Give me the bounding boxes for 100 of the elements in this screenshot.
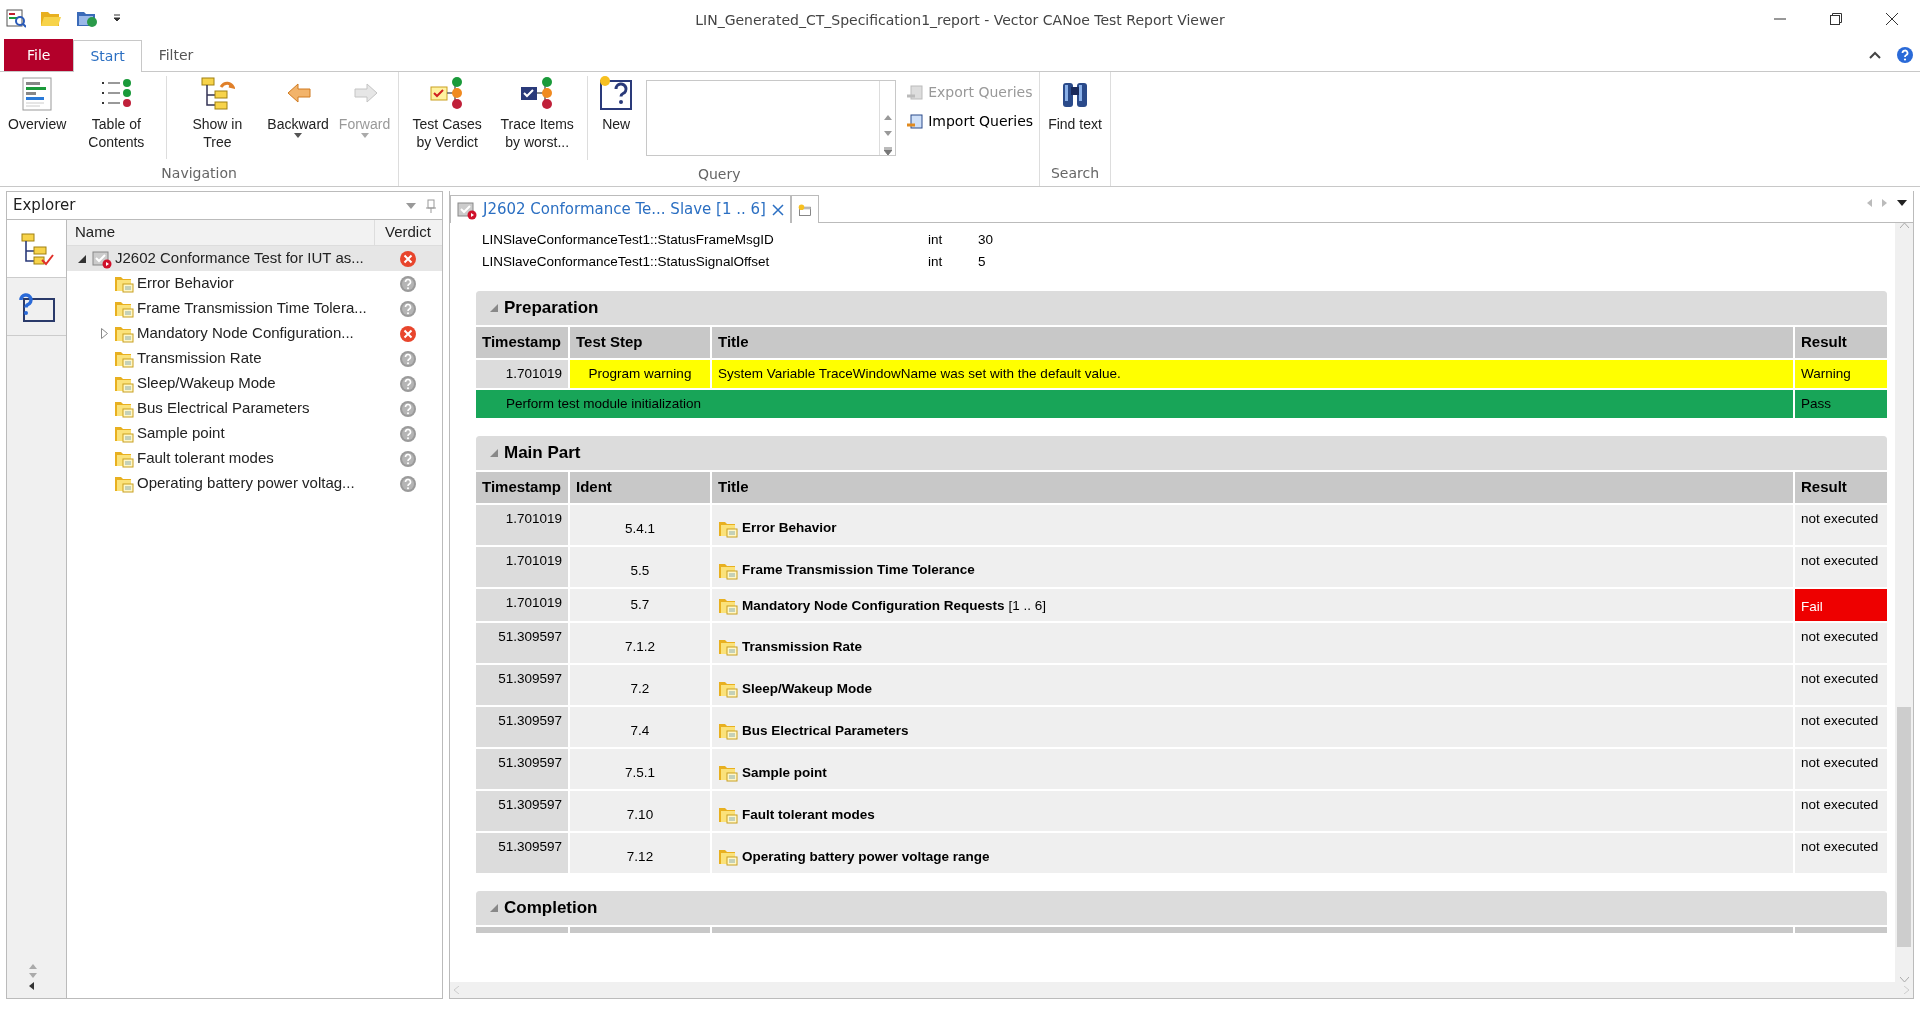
result-cell: Fail (1795, 588, 1887, 621)
scroll-down-icon[interactable] (29, 973, 37, 978)
result-cell: not executed (1795, 664, 1887, 705)
collapse-triangle-icon (490, 903, 498, 912)
section-header[interactable]: Preparation (476, 291, 1887, 327)
ribbon-button[interactable]: Trace Items by worst... (493, 72, 582, 154)
app-logo-icon (6, 8, 26, 28)
tree-check-icon (19, 231, 54, 266)
ribbon-button[interactable]: Backward (263, 72, 333, 145)
ribbon-button[interactable]: Find text (1044, 72, 1106, 136)
folder-icon (718, 805, 738, 825)
file-tab[interactable]: File (4, 39, 74, 71)
folder-icon (114, 374, 134, 393)
ribbon-button[interactable]: New (594, 72, 639, 136)
collapsed-triangle-icon[interactable] (100, 328, 108, 339)
tree-item[interactable]: Frame Transmission Time Tolera... (67, 296, 442, 321)
column-header: Title (712, 472, 1793, 503)
dropdown-icon[interactable] (112, 13, 122, 23)
pin-icon[interactable] (426, 198, 436, 213)
table-cell: 1.701019 (476, 359, 568, 388)
table-cell: 7.5.1 (570, 748, 710, 789)
close-icon[interactable] (772, 203, 784, 216)
window-title: LIN_Generated_CT_Specification1_report - Vector CANoe Test Report Viewer (694, 11, 1226, 30)
help-icon[interactable] (1896, 46, 1914, 64)
tree-item[interactable]: Mandatory Node Configuration... (67, 321, 442, 346)
ribbon-tab[interactable]: Filter (141, 39, 211, 71)
variable-name: LINSlaveConformanceTest1::StatusSignalOffset (482, 252, 771, 271)
new-tab-button[interactable] (791, 195, 819, 223)
ribbon-button[interactable]: Show in Tree (173, 72, 262, 154)
section-header[interactable]: Main Part (476, 436, 1887, 472)
tree-item[interactable]: Bus Electrical Parameters (67, 396, 442, 421)
table-cell: 51.309597 (476, 832, 568, 873)
scroll-left-icon[interactable] (29, 982, 34, 990)
question-box-icon (17, 290, 56, 323)
ribbon-button[interactable]: Test Cases by Verdict (403, 72, 492, 154)
expanded-triangle-icon[interactable] (78, 254, 86, 263)
tree-item[interactable]: Sleep/Wakeup Mode (67, 371, 442, 396)
table-cell: 51.309597 (476, 664, 568, 705)
table-cell: 5.5 (570, 546, 710, 587)
tree-item[interactable]: Fault tolerant modes (67, 446, 442, 471)
ribbon-button[interactable]: Overview (4, 72, 71, 136)
new-query-icon (598, 75, 635, 111)
folder-icon (114, 399, 134, 418)
ribbon-button[interactable]: Table of Contents (72, 72, 161, 154)
dropdown-icon[interactable] (1897, 200, 1907, 206)
folder-icon (718, 519, 738, 538)
variable-type: int (928, 252, 944, 271)
test-case-link[interactable]: Mandatory Node Configuration Requests [1 .. 6] (742, 595, 1047, 616)
table-cell: 7.12 (570, 832, 710, 873)
document-tab[interactable]: J2602 Conformance Te... Slave [1 .. 6] (450, 195, 791, 223)
side-tab[interactable] (7, 220, 66, 278)
table-cell: 51.309597 (476, 622, 568, 663)
column-header: Result (1795, 327, 1887, 358)
result-cell: not executed (1795, 748, 1887, 789)
ribbon-tab[interactable]: Start (73, 40, 142, 72)
column-header[interactable]: Verdict (374, 220, 442, 245)
folder-icon (114, 424, 134, 443)
test-case-link[interactable]: Sample point (742, 762, 827, 783)
folder-icon (718, 637, 738, 657)
scroll-down-icon[interactable] (1899, 977, 1909, 982)
test-module-icon (457, 199, 477, 220)
query-list[interactable] (646, 80, 897, 156)
scroll-up-icon[interactable] (1899, 223, 1909, 228)
variable-value: 5 (978, 252, 986, 271)
test-case-link[interactable]: Operating battery power voltage range (742, 846, 990, 867)
tree-icon (199, 75, 236, 111)
section-header[interactable]: Completion (476, 890, 1887, 927)
tree-item[interactable]: Operating battery power voltag... (67, 471, 442, 496)
test-case-link[interactable]: Error Behavior (742, 518, 837, 539)
folder-icon (718, 561, 738, 580)
test-case-link[interactable]: Fault tolerant modes (742, 804, 875, 825)
folder-icon (114, 349, 134, 368)
folder-icon (718, 679, 738, 699)
column-header: Result (1795, 472, 1887, 503)
scroll-down-icon (883, 130, 892, 136)
result-cell: not executed (1795, 790, 1887, 831)
folder-icon (114, 299, 134, 318)
tree-item[interactable]: J2602 Conformance Test for IUT as... (67, 246, 442, 271)
collapse-ribbon-icon[interactable] (1868, 50, 1882, 60)
scroll-up-icon[interactable] (29, 964, 37, 969)
column-header[interactable]: Name (67, 221, 374, 244)
scrollbar-thumb[interactable] (1897, 707, 1911, 947)
tree-item[interactable]: Sample point (67, 421, 442, 446)
test-case-link[interactable]: Frame Transmission Time Tolerance (742, 560, 975, 581)
tree-item[interactable]: Error Behavior (67, 271, 442, 296)
folder-icon (718, 763, 738, 783)
panel-title: Explorer (13, 195, 76, 217)
table-cell: System Variable TraceWindowName was set with the default value. (712, 359, 1793, 388)
ribbon-button[interactable]: Import Queries (904, 109, 1036, 134)
restore-icon (1830, 13, 1842, 25)
tree-item[interactable]: Transmission Rate (67, 346, 442, 371)
folder-icon (718, 847, 738, 867)
test-case-link[interactable]: Sleep/Wakeup Mode (742, 678, 873, 699)
collapse-triangle-icon (490, 304, 498, 312)
column-header: Timestamp (476, 327, 568, 358)
test-case-link[interactable]: Transmission Rate (742, 636, 863, 657)
table-cell: 1.701019 (476, 504, 568, 545)
result-cell: not executed (1795, 832, 1887, 873)
scroll-right-icon[interactable] (1882, 199, 1887, 207)
test-case-link[interactable]: Bus Electrical Parameters (742, 720, 909, 741)
